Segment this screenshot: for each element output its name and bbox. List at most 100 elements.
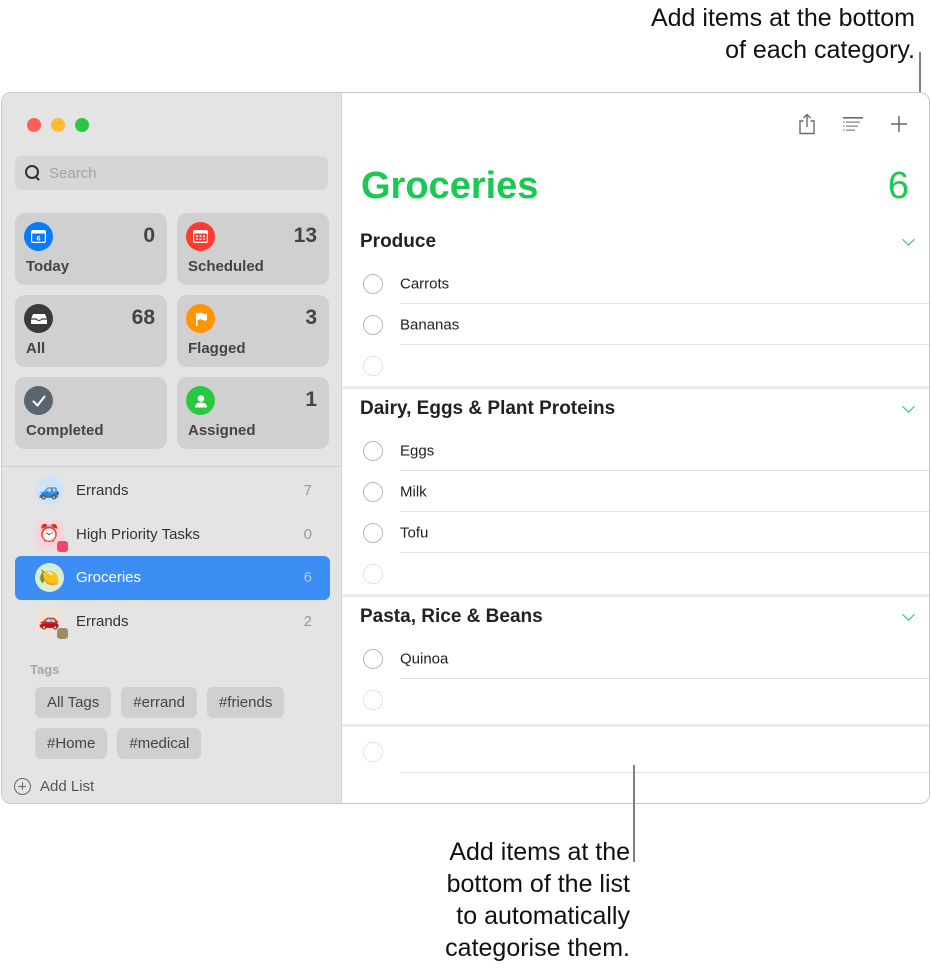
reminder-title[interactable]: Quinoa xyxy=(400,650,448,667)
section-divider xyxy=(342,386,929,389)
smart-list-label: All xyxy=(26,340,46,357)
callout-line: to automatically xyxy=(456,902,630,930)
complete-checkbox[interactable] xyxy=(363,314,383,335)
new-item-placeholder-circle[interactable] xyxy=(363,689,383,710)
list-total-count: 6 xyxy=(887,165,909,207)
reminder-title[interactable]: Milk xyxy=(400,483,427,500)
red-car-icon: 🚗 xyxy=(35,606,68,639)
row-divider xyxy=(400,772,929,773)
smart-list-assigned[interactable]: 1 Assigned xyxy=(177,377,329,449)
smart-list-today[interactable]: 6 0 Today xyxy=(15,213,167,285)
list-name: Errands xyxy=(76,612,129,630)
list-count: 2 xyxy=(303,612,312,630)
add-list-label: Add List xyxy=(40,778,95,795)
callout-leader-line xyxy=(633,765,635,862)
my-lists: 🚙 Errands 7 ⏰ High Priority Tasks 0 🍋 Gr… xyxy=(15,469,330,643)
new-item-placeholder-circle[interactable] xyxy=(363,355,383,376)
complete-checkbox[interactable] xyxy=(363,440,383,461)
search-input[interactable] xyxy=(49,164,309,182)
section-header[interactable]: Dairy, Eggs & Plant Proteins xyxy=(360,398,615,420)
list-name: Groceries xyxy=(76,569,142,587)
list-item-errands-shared[interactable]: 🚗 Errands 2 xyxy=(15,600,330,644)
complete-checkbox[interactable] xyxy=(363,648,383,669)
tag-friends[interactable]: #friends xyxy=(206,687,285,718)
smart-list-scheduled[interactable]: 13 Scheduled xyxy=(177,213,329,285)
list-name: High Priority Tasks xyxy=(76,525,200,543)
chevron-down-icon[interactable] xyxy=(902,400,915,413)
section-header[interactable]: Pasta, Rice & Beans xyxy=(360,606,543,628)
callout-line: of each category. xyxy=(725,36,915,64)
complete-checkbox[interactable] xyxy=(363,273,383,294)
search-field[interactable] xyxy=(15,156,328,190)
list-detail: Groceries 6 Produce Carrots Bananas Dair… xyxy=(342,93,929,803)
smart-list-count: 0 xyxy=(143,224,155,247)
share-icon xyxy=(799,113,815,135)
reminder-row[interactable]: Bananas xyxy=(342,304,929,345)
list-options-button[interactable] xyxy=(840,111,866,137)
list-item-errands[interactable]: 🚙 Errands 7 xyxy=(15,469,330,513)
alarm-clock-icon: ⏰ xyxy=(35,519,68,552)
new-reminder-row[interactable] xyxy=(342,553,929,594)
callout-line: Add items at the xyxy=(449,838,630,866)
reminder-row[interactable]: Tofu xyxy=(342,512,929,553)
smart-list-flagged[interactable]: 3 Flagged xyxy=(177,295,329,367)
tags-heading: Tags xyxy=(30,662,60,677)
smart-lists: 6 0 Today 13 Scheduled 68 All 3 Flagged … xyxy=(15,213,330,449)
smart-list-label: Scheduled xyxy=(188,258,264,275)
reminder-title[interactable]: Carrots xyxy=(400,275,449,292)
reminder-title[interactable]: Bananas xyxy=(400,316,459,333)
tag-medical[interactable]: #medical xyxy=(117,728,202,759)
blue-car-icon: 🚙 xyxy=(35,476,64,506)
checkmark-icon xyxy=(24,386,53,415)
tag-errand[interactable]: #errand xyxy=(121,687,197,718)
shared-badge-icon xyxy=(57,540,68,552)
calendar-grid-icon xyxy=(186,222,215,251)
callout-list-bottom: Add items at the bottom of the list to a… xyxy=(380,836,630,964)
reminders-window: 6 0 Today 13 Scheduled 68 All xyxy=(1,92,930,804)
minimize-button[interactable] xyxy=(51,118,65,132)
complete-checkbox[interactable] xyxy=(363,481,383,502)
complete-checkbox[interactable] xyxy=(363,522,383,543)
zoom-button[interactable] xyxy=(75,118,89,132)
reminder-title[interactable]: Eggs xyxy=(400,442,434,459)
callout-line: bottom of the list xyxy=(446,870,630,898)
tag-all-tags[interactable]: All Tags xyxy=(35,687,112,718)
smart-list-label: Completed xyxy=(26,422,104,439)
new-reminder-row[interactable] xyxy=(342,679,929,720)
tag-browser: All Tags #errand #friends #Home #medical xyxy=(35,687,325,759)
new-item-placeholder-circle[interactable] xyxy=(363,563,383,584)
smart-list-completed[interactable]: Completed xyxy=(15,377,167,449)
svg-text:6: 6 xyxy=(36,236,40,243)
list-name: Errands xyxy=(76,482,129,500)
list-options-icon xyxy=(843,117,863,131)
reminder-row[interactable]: Quinoa xyxy=(342,638,929,679)
lemon-icon: 🍋 xyxy=(35,563,64,593)
sidebar: 6 0 Today 13 Scheduled 68 All xyxy=(2,93,342,803)
add-list-button[interactable]: Add List xyxy=(14,778,94,795)
chevron-down-icon[interactable] xyxy=(902,233,915,246)
smart-list-label: Today xyxy=(26,258,70,275)
add-reminder-button[interactable] xyxy=(886,111,912,137)
reminder-row[interactable]: Eggs xyxy=(342,430,929,471)
callout-category-bottom: Add items at the bottom of each category… xyxy=(555,2,915,66)
section-divider xyxy=(342,594,929,597)
smart-list-all[interactable]: 68 All xyxy=(15,295,167,367)
reminder-title[interactable]: Tofu xyxy=(400,524,428,541)
calendar-today-icon: 6 xyxy=(24,222,53,251)
new-reminder-row-uncategorized[interactable] xyxy=(342,731,929,773)
list-item-high-priority-tasks[interactable]: ⏰ High Priority Tasks 0 xyxy=(15,513,330,557)
tray-icon xyxy=(24,304,53,333)
smart-list-label: Assigned xyxy=(188,422,256,439)
person-icon xyxy=(186,386,215,415)
section-header[interactable]: Produce xyxy=(360,231,436,253)
share-button[interactable] xyxy=(794,111,820,137)
tag-home[interactable]: #Home xyxy=(35,728,108,759)
reminder-row[interactable]: Carrots xyxy=(342,263,929,304)
plus-circle-icon xyxy=(14,778,31,795)
new-item-placeholder-circle[interactable] xyxy=(363,742,383,762)
new-reminder-row[interactable] xyxy=(342,345,929,386)
reminder-row[interactable]: Milk xyxy=(342,471,929,512)
list-item-groceries[interactable]: 🍋 Groceries 6 xyxy=(15,556,330,600)
close-button[interactable] xyxy=(27,118,41,132)
chevron-down-icon[interactable] xyxy=(902,608,915,621)
